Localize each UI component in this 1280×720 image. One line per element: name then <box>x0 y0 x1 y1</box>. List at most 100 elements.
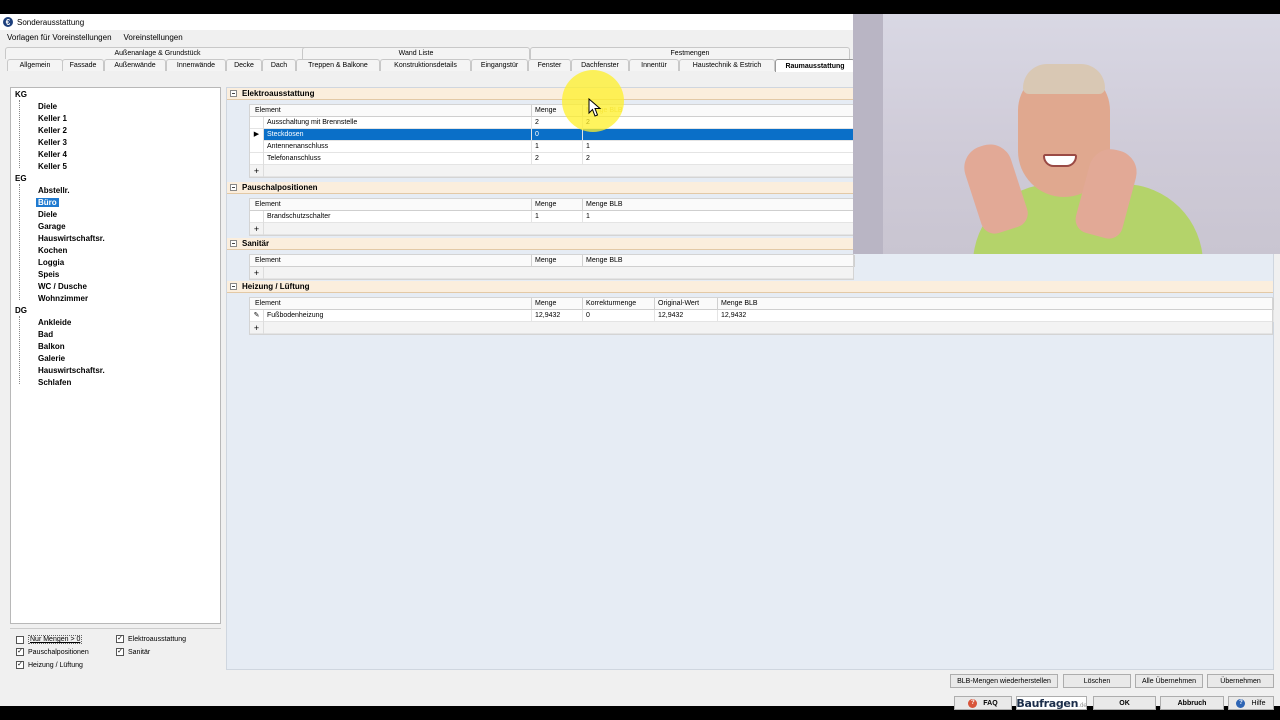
menu-vorlagen[interactable]: Vorlagen für Voreinstellungen <box>7 33 112 42</box>
tab-treppen-balkone[interactable]: Treppen & Balkone <box>296 59 380 71</box>
check-icon[interactable]: ✓ <box>16 661 24 669</box>
cell-element[interactable]: Brandschutzschalter <box>264 211 532 223</box>
col-header-menge-blb[interactable]: Menge BLB <box>583 255 855 267</box>
cell-menge-blb[interactable]: 1 <box>583 141 855 153</box>
cancel-button[interactable]: Abbruch <box>1160 696 1224 710</box>
tree-item-ankleide[interactable]: Ankleide <box>38 318 71 327</box>
col-header-element[interactable]: Element <box>252 199 532 211</box>
table-row[interactable]: Antennenanschluss 1 1 <box>250 141 855 153</box>
tab-haustechnik-estrich[interactable]: Haustechnik & Estrich <box>679 59 775 71</box>
tree-item-diele-kg[interactable]: Diele <box>38 102 57 111</box>
tree-item-abstellr[interactable]: Abstellr. <box>38 186 70 195</box>
cell-menge[interactable]: 12,9432 <box>532 310 583 322</box>
tree-item-hauswirtschaftsr-dg[interactable]: Hauswirtschaftsr. <box>38 366 105 375</box>
add-row-plus-icon[interactable]: + <box>250 165 264 177</box>
tab-festmengen[interactable]: Festmengen <box>530 47 850 59</box>
cell-menge-blb[interactable]: 1 <box>583 211 855 223</box>
ok-button[interactable]: OK <box>1093 696 1156 710</box>
cell-menge-blb[interactable]: 2 <box>583 153 855 165</box>
checkbox-sanitaer[interactable]: ✓ Sanitär <box>116 648 150 656</box>
cell-element[interactable]: Ausschaltung mit Brennstelle <box>264 117 532 129</box>
tree-item-speis[interactable]: Speis <box>38 270 59 279</box>
col-header-element[interactable]: Element <box>252 298 532 310</box>
col-header-menge-blb[interactable]: Menge BLB <box>583 105 855 117</box>
tree-item-balkon[interactable]: Balkon <box>38 342 65 351</box>
col-header-original-wert[interactable]: Original-Wert <box>655 298 718 310</box>
collapse-icon[interactable] <box>230 240 237 247</box>
cell-menge-blb[interactable] <box>583 129 855 141</box>
cell-element[interactable]: Antennenanschluss <box>264 141 532 153</box>
table-row[interactable]: Brandschutzschalter 1 1 <box>250 211 855 223</box>
tree-item-kochen[interactable]: Kochen <box>38 246 67 255</box>
menu-voreinstellungen[interactable]: Voreinstellungen <box>124 33 183 42</box>
checkbox-elektroausstattung[interactable]: ✓ Elektroausstattung <box>116 635 186 643</box>
help-button[interactable]: ? Hilfe <box>1228 696 1274 710</box>
checkbox-box[interactable] <box>16 635 24 644</box>
cell-menge[interactable]: 1 <box>532 211 583 223</box>
tree-item-keller-2[interactable]: Keller 2 <box>38 126 67 135</box>
apply-all-button[interactable]: Alle Übernehmen <box>1135 674 1203 688</box>
tab-fenster[interactable]: Fenster <box>528 59 571 71</box>
table-row[interactable]: ✎ Fußbodenheizung 12,9432 0 12,9432 12,9… <box>250 310 1274 322</box>
col-header-element[interactable]: Element <box>252 255 532 267</box>
delete-button[interactable]: Löschen <box>1063 674 1131 688</box>
col-header-menge[interactable]: Menge <box>532 255 583 267</box>
cell-element[interactable]: Fußbodenheizung <box>264 310 532 322</box>
tab-decke[interactable]: Decke <box>226 59 262 71</box>
cell-menge[interactable]: 1 <box>532 141 583 153</box>
col-header-menge-blb[interactable]: Menge BLB <box>583 199 855 211</box>
collapse-icon[interactable] <box>230 184 237 191</box>
cell-korrekturmenge[interactable]: 0 <box>583 310 655 322</box>
col-header-menge-blb[interactable]: Menge BLB <box>718 298 1274 310</box>
add-row-plus-icon[interactable]: + <box>250 267 264 279</box>
collapse-icon[interactable] <box>230 90 237 97</box>
col-header-korrekturmenge[interactable]: Korrekturmenge <box>583 298 655 310</box>
faq-button[interactable]: ? FAQ <box>954 696 1012 710</box>
baufragen-logo-button[interactable]: Baufragen.de <box>1016 696 1087 710</box>
tree-item-hauswirtschaftsr-eg[interactable]: Hauswirtschaftsr. <box>38 234 105 243</box>
restore-blb-button[interactable]: BLB-Mengen wiederherstellen <box>950 674 1058 688</box>
add-row[interactable]: + <box>250 322 1272 334</box>
tree-node-kg[interactable]: KG <box>15 90 27 99</box>
tab-aussenwaende[interactable]: Außenwände <box>104 59 166 71</box>
tab-innenwaende[interactable]: Innenwände <box>166 59 226 71</box>
collapse-icon[interactable] <box>230 283 237 290</box>
tree-item-keller-1[interactable]: Keller 1 <box>38 114 67 123</box>
tree-item-buero[interactable]: Büro <box>36 198 59 207</box>
tree-item-schlafen[interactable]: Schlafen <box>38 378 71 387</box>
tab-fassade[interactable]: Fassade <box>62 59 104 71</box>
table-row[interactable]: Telefonanschluss 2 2 <box>250 153 855 165</box>
check-icon[interactable]: ✓ <box>16 648 24 656</box>
tree-node-eg[interactable]: EG <box>15 174 27 183</box>
tree-node-dg[interactable]: DG <box>15 306 27 315</box>
tree-item-wohnzimmer[interactable]: Wohnzimmer <box>38 294 88 303</box>
checkbox-pauschalpositionen[interactable]: ✓ Pauschalpositionen <box>16 648 89 656</box>
add-row-plus-icon[interactable]: + <box>250 223 264 235</box>
col-header-menge[interactable]: Menge <box>532 298 583 310</box>
tree-item-galerie[interactable]: Galerie <box>38 354 65 363</box>
tab-konstruktionsdetails[interactable]: Konstruktionsdetails <box>380 59 471 71</box>
tab-wand-liste[interactable]: Wand Liste <box>302 47 530 59</box>
cell-element[interactable]: Telefonanschluss <box>264 153 532 165</box>
table-row-selected[interactable]: ▶ Steckdosen 0 <box>250 129 855 141</box>
cell-menge-blb[interactable]: 12,9432 <box>718 310 1274 322</box>
tree-item-loggia[interactable]: Loggia <box>38 258 64 267</box>
cell-original-wert[interactable]: 12,9432 <box>655 310 718 322</box>
tree-item-garage[interactable]: Garage <box>38 222 66 231</box>
cell-menge-blb[interactable]: 2 <box>583 117 855 129</box>
tree-item-diele-eg[interactable]: Diele <box>38 210 57 219</box>
tab-aussenanlage[interactable]: Außenanlage & Grundstück <box>5 47 310 59</box>
add-row-plus-icon[interactable]: + <box>250 322 264 334</box>
tree-item-keller-4[interactable]: Keller 4 <box>38 150 67 159</box>
tab-raumausstattung[interactable]: Raumausstattung <box>775 59 855 72</box>
tab-eingangstuer[interactable]: Eingangstür <box>471 59 528 71</box>
room-tree[interactable]: KG Diele Keller 1 Keller 2 Keller 3 Kell… <box>10 87 221 624</box>
check-icon[interactable]: ✓ <box>116 648 124 656</box>
add-row[interactable]: + <box>250 165 853 177</box>
tab-allgemein[interactable]: Allgemein <box>7 59 63 71</box>
col-header-element[interactable]: Element <box>252 105 532 117</box>
check-icon[interactable]: ✓ <box>116 635 124 643</box>
cell-menge[interactable]: 2 <box>532 153 583 165</box>
table-row[interactable]: Ausschaltung mit Brennstelle 2 2 <box>250 117 855 129</box>
cell-menge[interactable]: 0 <box>532 129 583 141</box>
